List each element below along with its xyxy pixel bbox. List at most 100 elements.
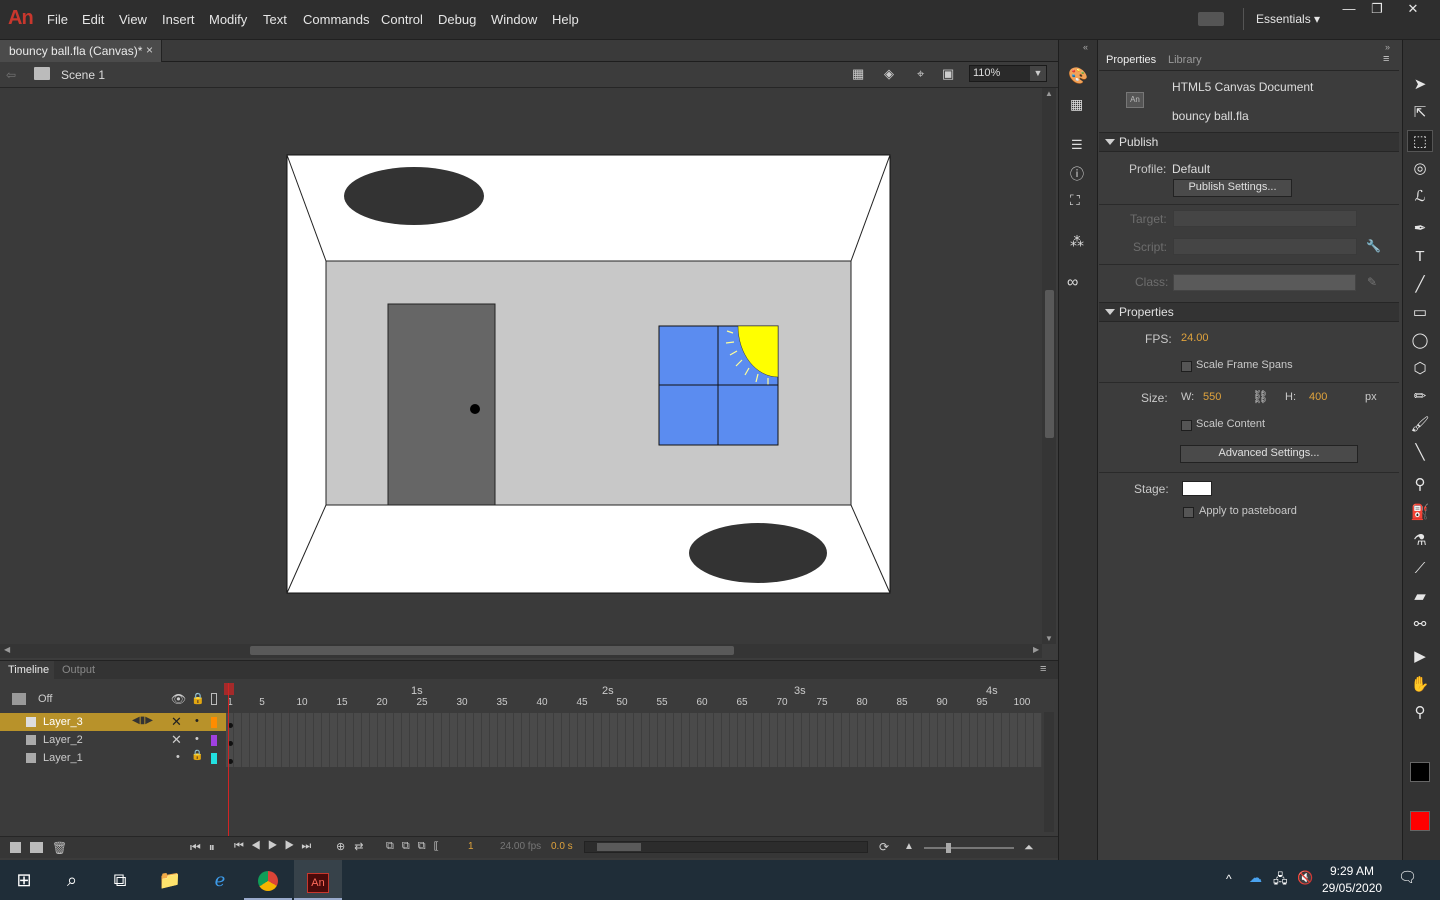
ink-bottle-icon[interactable]: ⚗: [1407, 530, 1433, 552]
frame-row[interactable]: [226, 749, 1042, 767]
menu-modify[interactable]: Modify: [209, 12, 247, 27]
scroll-right-icon[interactable]: ▶: [1033, 645, 1039, 654]
menu-text[interactable]: Text: [263, 12, 287, 27]
frame-size-slider[interactable]: [924, 847, 1014, 849]
polystar-icon[interactable]: ⬡: [1407, 358, 1433, 380]
tab-timeline[interactable]: Timeline: [0, 661, 54, 679]
menu-insert[interactable]: Insert: [162, 12, 195, 27]
zoom-select[interactable]: 110% ▼: [969, 65, 1047, 82]
windows-start-icon[interactable]: ⊞: [0, 860, 48, 900]
onion-skin-icon[interactable]: [12, 693, 26, 705]
workspace-switcher[interactable]: Essentials ▾: [1256, 12, 1320, 26]
new-folder-icon[interactable]: [30, 842, 43, 853]
apply-to-pasteboard-checkbox[interactable]: [1183, 507, 1194, 518]
subselection-icon[interactable]: ⇱: [1407, 102, 1433, 124]
layer-name[interactable]: Layer_1: [43, 752, 83, 764]
volume-muted-icon[interactable]: 🔇: [1297, 870, 1313, 886]
clock-time[interactable]: 9:29 AM: [1330, 864, 1374, 878]
minimize-button[interactable]: —: [1334, 0, 1364, 18]
hand-icon[interactable]: ✋: [1407, 674, 1433, 696]
eraser-icon[interactable]: ▰: [1407, 586, 1433, 608]
timeline-hscroll-thumb[interactable]: [597, 843, 641, 851]
pasteboard[interactable]: [0, 88, 1042, 644]
chrome-icon[interactable]: [244, 860, 292, 900]
visibility-hidden-icon[interactable]: ✕: [171, 714, 182, 730]
frame-size-handle[interactable]: [946, 843, 951, 853]
components-icon[interactable]: ⁂: [1070, 233, 1084, 250]
fps-value[interactable]: 24.00: [1181, 332, 1209, 344]
network-icon[interactable]: 🖧: [1273, 870, 1288, 892]
lock-icon[interactable]: 🔒: [191, 692, 205, 705]
collapse-icon[interactable]: «: [1083, 42, 1088, 52]
onedrive-icon[interactable]: ☁: [1249, 870, 1262, 886]
stage-canvas[interactable]: [0, 88, 1042, 644]
menu-edit[interactable]: Edit: [82, 12, 104, 27]
advanced-settings-button[interactable]: Advanced Settings...: [1180, 445, 1358, 463]
search-icon[interactable]: ⌕: [48, 860, 96, 900]
loop-onion-icons[interactable]: ⊕⇄: [336, 840, 372, 853]
internet-explorer-icon[interactable]: ℯ: [196, 860, 244, 900]
layer-row[interactable]: Layer_3 ◀▮▶ ✕ •: [0, 713, 226, 731]
scale-frame-spans-checkbox[interactable]: [1181, 361, 1192, 372]
menu-window[interactable]: Window: [491, 12, 537, 27]
pencil-icon[interactable]: ✏: [1407, 386, 1433, 408]
onion-skin-mode[interactable]: Off: [38, 693, 52, 705]
eyedropper-icon[interactable]: ⟋: [1407, 558, 1433, 580]
new-layer-icon[interactable]: [10, 842, 21, 853]
pen-icon[interactable]: ✒: [1407, 218, 1433, 240]
restore-button[interactable]: ❐: [1362, 0, 1392, 18]
refresh-icon[interactable]: ⟳: [879, 840, 889, 854]
sync-settings-icon[interactable]: [1198, 12, 1224, 26]
rectangle-icon[interactable]: ▭: [1407, 302, 1433, 324]
lasso-icon[interactable]: ℒ: [1407, 186, 1433, 208]
frame-row[interactable]: [226, 731, 1042, 749]
info-icon[interactable]: ⓘ: [1070, 164, 1084, 184]
layer-color-swatch[interactable]: [211, 717, 217, 728]
expand-icon[interactable]: »: [1385, 42, 1390, 52]
panel-menu-icon[interactable]: ≡: [1383, 53, 1389, 65]
menu-control[interactable]: Control: [381, 12, 423, 27]
trash-icon[interactable]: 🗑: [52, 841, 67, 855]
horizontal-scroll-thumb[interactable]: [250, 646, 734, 655]
frame-ruler[interactable]: 1s 2s 3s 4s 1 5 10 15 20 25 30 35 40 45 50 55 60 65 70…: [226, 683, 1042, 711]
layer-name[interactable]: Layer_3: [43, 716, 83, 728]
frame-row[interactable]: [226, 713, 1042, 731]
animate-taskbar-icon[interactable]: An: [294, 860, 342, 900]
playback-controls[interactable]: ⏮⏸: [190, 840, 223, 855]
oval-icon[interactable]: ◯: [1407, 330, 1433, 352]
lock-dot-icon[interactable]: •: [195, 733, 199, 745]
timeline-hscroll[interactable]: [584, 841, 868, 853]
stroke-color-swatch[interactable]: [1410, 762, 1430, 782]
lock-dot-icon[interactable]: •: [195, 715, 199, 727]
menu-help[interactable]: Help: [552, 12, 579, 27]
paint-bucket-icon[interactable]: ⛽: [1407, 502, 1433, 524]
tab-properties[interactable]: Properties: [1100, 51, 1160, 69]
panel-menu-icon[interactable]: ≡: [1040, 663, 1046, 675]
center-stage-icon[interactable]: ⌖: [917, 66, 924, 82]
outline-icon[interactable]: [211, 693, 217, 705]
tray-chevron-icon[interactable]: ^: [1226, 872, 1232, 886]
layer-name[interactable]: Layer_2: [43, 734, 83, 746]
frame-grid[interactable]: [226, 712, 1042, 768]
current-frame[interactable]: 1: [468, 841, 474, 852]
layer-color-swatch[interactable]: [211, 753, 217, 764]
width-icon[interactable]: ⚯: [1407, 614, 1433, 636]
edit-symbols-icon[interactable]: ◈: [884, 66, 894, 82]
height-value[interactable]: 400: [1309, 391, 1327, 403]
free-transform-icon[interactable]: ⬚: [1407, 130, 1433, 152]
lock-icon[interactable]: 🔒: [191, 750, 203, 761]
swatches-grid-icon[interactable]: ▦: [1070, 96, 1083, 113]
scroll-up-icon[interactable]: ▲: [1045, 89, 1053, 98]
scroll-left-icon[interactable]: ◀: [4, 645, 10, 654]
visibility-dot-icon[interactable]: •: [176, 751, 180, 763]
task-view-icon[interactable]: ⧉: [96, 860, 144, 900]
fill-color-swatch[interactable]: [1410, 811, 1430, 831]
color-palette-icon[interactable]: 🎨: [1068, 66, 1088, 86]
vertical-scroll-thumb[interactable]: [1045, 290, 1054, 438]
scroll-down-icon[interactable]: ▼: [1045, 634, 1053, 643]
tab-output[interactable]: Output: [62, 664, 95, 676]
menu-debug[interactable]: Debug: [438, 12, 476, 27]
paint-brush-icon[interactable]: 🖌: [1407, 414, 1433, 436]
text-icon[interactable]: T: [1407, 246, 1433, 268]
menu-commands[interactable]: Commands: [303, 12, 369, 27]
